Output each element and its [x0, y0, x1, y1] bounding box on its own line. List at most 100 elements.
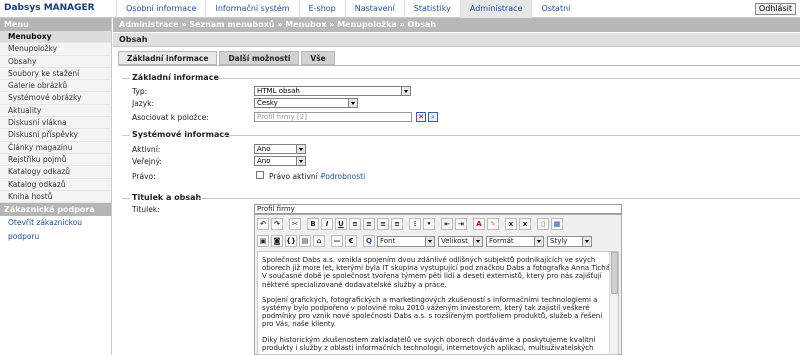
tab-all[interactable]: Vše [301, 51, 335, 65]
sidebar-item-clanky[interactable]: Články magazínu [0, 141, 111, 154]
indent-icon[interactable]: ⇥ [455, 218, 467, 230]
trash-icon[interactable]: ▯ [537, 218, 549, 230]
sidebar-item-katalog[interactable]: Katalog odkazů [0, 178, 111, 191]
align-right-icon[interactable]: ≡ [377, 218, 389, 230]
bold-icon[interactable]: B [307, 218, 319, 230]
lang-value: Česky [257, 99, 278, 107]
anchor-icon[interactable]: ⌂ [313, 235, 325, 247]
assoc-input[interactable]: Profil firmy [2] [254, 112, 412, 122]
align-center-icon[interactable]: ≡ [363, 218, 375, 230]
sidebar-item-obsahy[interactable]: Obsahy [0, 55, 111, 68]
editor-toolbar-row-1: ↶ ↷ ✂ B I U ≡ ≡ ≡ ≡ ⋮ • ⇤ ⇥ A ✎ x x ▯ ▦ [255, 216, 565, 232]
section-line [122, 135, 130, 136]
menu-item-statistiky[interactable]: Statistiky [403, 0, 460, 18]
menu-item-is[interactable]: Informační systém [205, 0, 298, 18]
title-input[interactable]: Profil firmy [254, 204, 622, 214]
cut-icon[interactable]: ✂ [289, 218, 301, 230]
size-select-value: Velikost [441, 236, 468, 245]
section-line [216, 78, 800, 79]
align-left-icon[interactable]: ≡ [349, 218, 361, 230]
chevron-down-icon [348, 99, 357, 107]
styles-select[interactable]: Styly [547, 235, 592, 247]
rights-details-link[interactable]: Podrobnosti [321, 172, 365, 181]
public-value: Ano [257, 157, 271, 165]
editor-content[interactable]: Společnost Dabs a.s. vznikla spojením dv… [257, 251, 619, 355]
clear-icon[interactable]: ✕ [416, 112, 426, 122]
logout-button[interactable]: Odhlásit [754, 3, 796, 15]
assoc-label: Asociovat k položce: [132, 113, 209, 122]
sidebar-item-soubory[interactable]: Soubory ke stažení [0, 67, 111, 81]
tab-more[interactable]: Další možnosti [219, 51, 300, 65]
lang-label: Jazyk: [132, 99, 155, 108]
text-color-icon[interactable]: A [473, 218, 485, 230]
menu-item-administrace[interactable]: Administrace [459, 0, 532, 18]
sidebar-item-menuboxy[interactable]: Menuboxy [0, 31, 111, 44]
rights-text: Právo aktivní - [269, 172, 323, 181]
menu-item-ostatni[interactable]: Ostatní [531, 0, 579, 18]
support-link[interactable]: Otevřít zákaznickou podporu [0, 216, 111, 241]
support-header: Zákaznická podpora [0, 203, 111, 217]
sidebar-item-vlakna[interactable]: Diskusní vlákna [0, 117, 111, 130]
size-select[interactable]: Velikost [438, 235, 483, 247]
sidebar-item-galerie[interactable]: Galerie obrázků [0, 80, 111, 93]
sidebar-item-kniha[interactable]: Kniha hostů [0, 190, 111, 204]
sidebar-item-prispevky[interactable]: Diskusní příspěvky [0, 129, 111, 142]
sidebar-item-katalogy[interactable]: Katalogy odkazů [0, 166, 111, 179]
type-select[interactable]: HTML obsah [254, 86, 411, 96]
underline-icon[interactable]: U [335, 218, 347, 230]
image-icon[interactable]: ▣ [257, 235, 269, 247]
page-title: Obsah [113, 33, 800, 47]
table-icon[interactable]: ▤ [299, 235, 311, 247]
public-select[interactable]: Ano [254, 156, 306, 166]
hr-icon[interactable]: — [331, 235, 343, 247]
section-line [122, 198, 130, 199]
section-system-title: Systémové informace [132, 130, 230, 139]
sidebar-item-rejstrik[interactable]: Rejstříku pojmů [0, 153, 111, 167]
lang-select[interactable]: Česky [254, 98, 358, 108]
top-bar: Dabsys MANAGER Osobní informace Informač… [0, 0, 800, 18]
subscript-icon[interactable]: x [505, 218, 517, 230]
sidebar-item-menupolozky[interactable]: Menupoložky [0, 43, 111, 56]
special-char-icon[interactable]: € [345, 235, 357, 247]
section-line [223, 135, 800, 136]
scrollbar-thumb[interactable] [611, 252, 618, 294]
outdent-icon[interactable]: ⇤ [441, 218, 453, 230]
template-icon[interactable]: ▦ [551, 218, 563, 230]
rights-checkbox[interactable] [256, 171, 264, 179]
redo-icon[interactable]: ↷ [271, 218, 283, 230]
section-basic-title: Základní informace [132, 73, 219, 82]
app-logo: Dabsys MANAGER [4, 3, 95, 13]
tab-divider [118, 65, 800, 66]
italic-icon[interactable]: I [321, 218, 333, 230]
chevron-down-icon [401, 87, 410, 95]
unordered-list-icon[interactable]: • [423, 218, 435, 230]
sidebar-item-system-obrazky[interactable]: Systémové obrázky [0, 92, 111, 105]
format-select[interactable]: Formát [486, 235, 544, 247]
type-value: HTML obsah [257, 87, 300, 95]
menu-item-osobni[interactable]: Osobní informace [116, 0, 205, 18]
media-icon[interactable]: ◙ [271, 235, 283, 247]
align-justify-icon[interactable]: ≡ [391, 218, 403, 230]
ordered-list-icon[interactable]: ⋮ [409, 218, 421, 230]
content-paragraph: Díky historickým zkušenostem zakladatelů… [262, 335, 596, 352]
sidebar-item-aktuality[interactable]: Aktuality [0, 104, 111, 118]
menu-item-eshop[interactable]: E-shop [298, 0, 345, 18]
editor-toolbar-row-2: ▣ ◙ {} ▤ ⌂ — € Q Font Velikost Formát St… [255, 233, 595, 249]
menu-item-nastaveni[interactable]: Nastavení [344, 0, 404, 18]
code-icon[interactable]: {} [285, 235, 297, 247]
highlight-icon[interactable]: ✎ [487, 218, 499, 230]
find-icon[interactable]: Q [363, 235, 375, 247]
active-select[interactable]: Ano [254, 144, 306, 154]
font-select[interactable]: Font [377, 235, 435, 247]
editor-scrollbar[interactable] [609, 252, 618, 354]
rights-label: Právo: [132, 172, 156, 181]
public-label: Veřejný: [132, 157, 162, 166]
chevron-down-icon [296, 157, 305, 165]
undo-icon[interactable]: ↶ [257, 218, 269, 230]
search-icon[interactable]: ⌕ [428, 112, 438, 122]
breadcrumb[interactable]: Administrace » Seznam menuboxů » Menubox… [113, 18, 800, 32]
tab-basic[interactable]: Základní informace [118, 51, 218, 65]
chevron-down-icon [534, 236, 543, 246]
type-label: Typ: [132, 87, 148, 96]
superscript-icon[interactable]: x [519, 218, 531, 230]
